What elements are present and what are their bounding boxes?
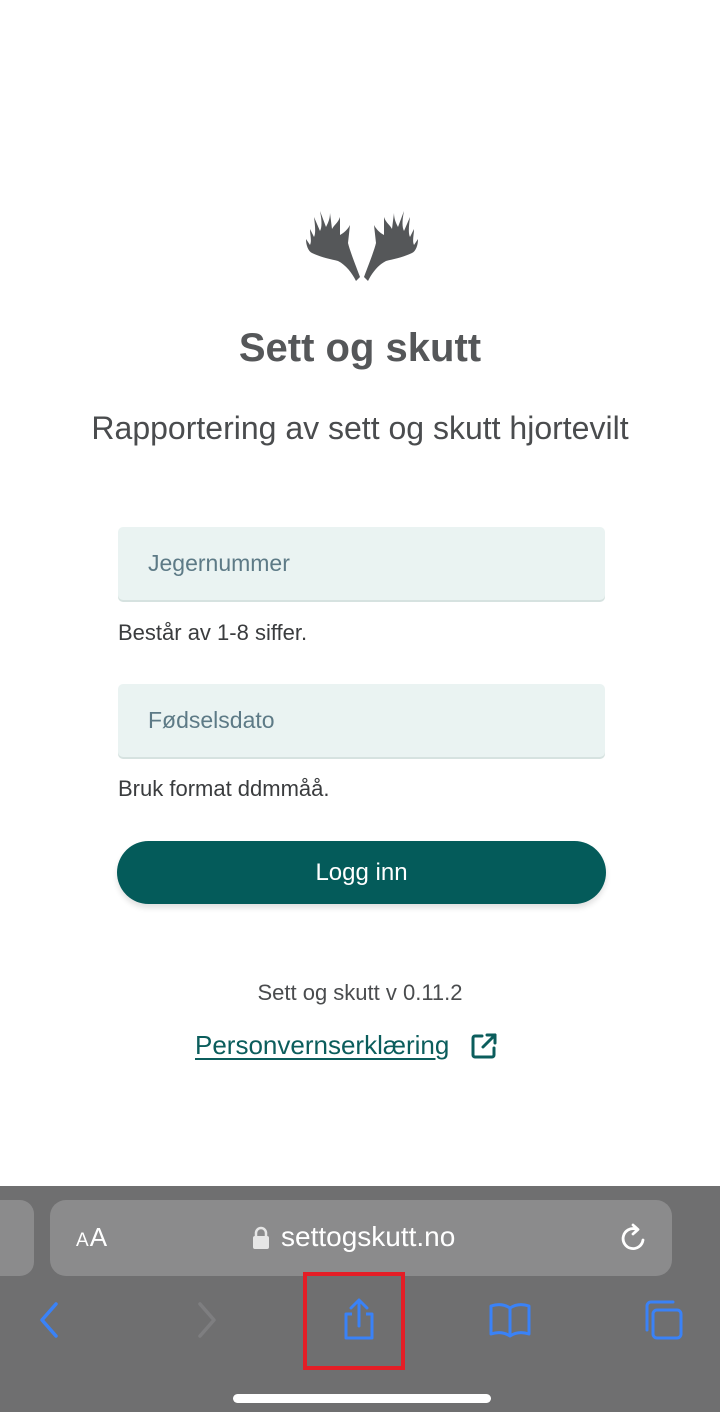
login-button[interactable]: Logg inn (117, 841, 606, 904)
birth-date-hint: Bruk format ddmmåå. (118, 776, 330, 801)
app-version: Sett og skutt v 0.11.2 (257, 980, 463, 1005)
privacy-link-row[interactable]: Personvernserklæring (195, 1030, 499, 1061)
url-text[interactable]: settogskutt.no (281, 1221, 455, 1253)
page-subtitle: Rapportering av sett og skutt hjortevilt (91, 410, 629, 446)
birth-date-field[interactable] (118, 684, 605, 757)
share-button-highlight (303, 1272, 405, 1370)
text-size-button[interactable]: AA (76, 1222, 108, 1253)
text-size-large-a: A (89, 1222, 109, 1252)
text-size-small-a: A (76, 1230, 90, 1251)
login-screen: Sett og skutt Rapportering av sett og sk… (0, 0, 720, 1186)
hunter-number-hint: Består av 1-8 siffer. (118, 620, 308, 645)
bookmarks-icon[interactable] (488, 1298, 532, 1342)
moose-antlers-icon (306, 211, 418, 281)
page-title: Sett og skutt (238, 326, 482, 370)
back-icon[interactable] (28, 1298, 72, 1342)
external-link-icon[interactable] (469, 1031, 499, 1061)
lock-icon (253, 1226, 269, 1249)
page: Sett og skutt Rapportering av sett og sk… (0, 0, 720, 1412)
tabs-icon[interactable] (641, 1298, 685, 1342)
forward-icon[interactable] (186, 1298, 230, 1342)
hunter-number-input[interactable] (146, 549, 577, 578)
home-indicator (233, 1394, 491, 1403)
hunter-number-field[interactable] (118, 527, 605, 600)
privacy-policy-link[interactable]: Personvernserklæring (195, 1030, 449, 1061)
birth-date-input[interactable] (146, 706, 577, 735)
reload-icon[interactable] (618, 1222, 650, 1254)
previous-tab-preview[interactable] (0, 1200, 34, 1276)
